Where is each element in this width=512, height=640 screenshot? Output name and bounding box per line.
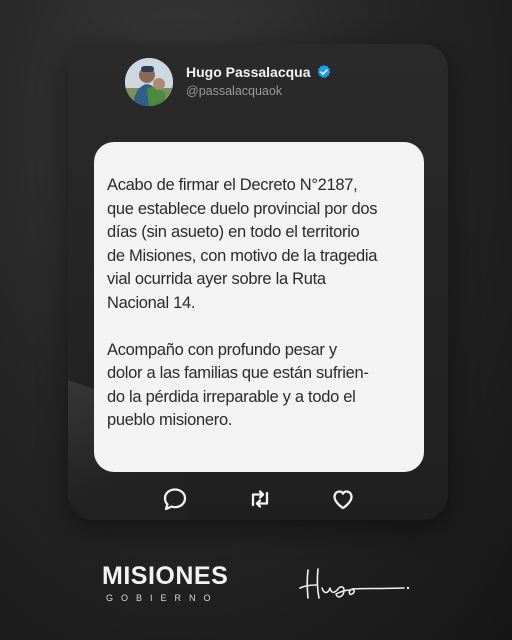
user-name[interactable]: Hugo Passalacqua	[186, 64, 332, 80]
signature-image	[294, 566, 412, 604]
like-button[interactable]	[330, 486, 356, 512]
misiones-gobierno-logo: MISIONES GOBIERNO	[102, 562, 252, 610]
post-paragraph-2: Acompaño con profundo pesar y dolor a la…	[107, 340, 369, 430]
retweet-icon	[247, 486, 273, 512]
logo-sub-text: GOBIERNO	[106, 593, 219, 603]
logo-main-text: MISIONES	[102, 562, 229, 590]
reply-button[interactable]	[162, 486, 188, 512]
verified-badge-icon	[316, 64, 332, 80]
heart-icon	[330, 486, 356, 512]
post-text: Acabo de firmar el Decreto N°2187, que e…	[107, 174, 417, 433]
retweet-button[interactable]	[247, 486, 273, 512]
post-paragraph-1: Acabo de firmar el Decreto N°2187, que e…	[107, 176, 378, 312]
user-name-text: Hugo Passalacqua	[186, 64, 311, 80]
user-handle[interactable]: @passalacquaok	[186, 84, 282, 98]
avatar[interactable]	[125, 58, 173, 106]
comment-icon	[162, 486, 188, 512]
